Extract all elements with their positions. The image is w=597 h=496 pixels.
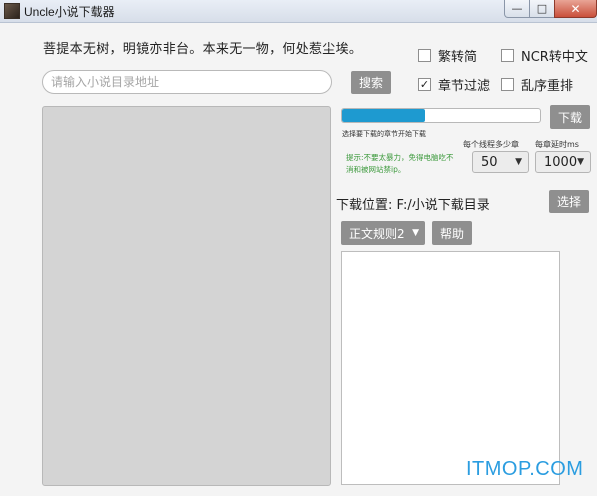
search-input[interactable]	[42, 70, 332, 94]
delay-value: 1000	[544, 154, 578, 170]
help-button[interactable]: 帮助	[432, 221, 472, 245]
minimize-button[interactable]: —	[504, 0, 530, 18]
option-label: NCR转中文	[521, 50, 588, 65]
threads-select[interactable]: 50 ▼	[472, 151, 529, 173]
option-ncr-to-chinese[interactable]: NCR转中文	[501, 46, 588, 65]
header-quote: 菩提本无树，明镜亦非台。本来无一物，何处惹尘埃。	[43, 42, 363, 57]
download-button[interactable]: 下载	[550, 105, 590, 129]
chevron-down-icon: ▼	[515, 157, 522, 167]
maximize-button[interactable]: □	[529, 0, 555, 18]
delay-label: 每章延时ms	[535, 140, 579, 149]
download-progress-bar	[341, 108, 541, 123]
maximize-icon: □	[536, 2, 548, 15]
chapter-content-area[interactable]	[341, 251, 560, 485]
search-button[interactable]: 搜索	[351, 71, 391, 94]
choose-folder-button[interactable]: 选择	[549, 190, 589, 213]
download-status-text: 选择要下载的章节开始下载	[342, 130, 426, 138]
close-button[interactable]: ✕	[554, 0, 597, 18]
threads-value: 50	[481, 154, 498, 170]
app-window: Uncle小说下载器 — □ ✕ 菩提本无树，明镜亦非台。本来无一物，何处惹尘埃…	[0, 0, 597, 496]
delay-select[interactable]: 1000 ▼	[535, 151, 591, 173]
option-label: 章节过滤	[438, 79, 491, 94]
chapter-list-panel[interactable]	[42, 106, 331, 486]
download-location: 下载位置: F:/小说下载目录	[336, 198, 490, 213]
progress-fill	[342, 109, 426, 122]
checkbox[interactable]	[501, 49, 514, 62]
rule-select[interactable]: 正文规则2 ▼	[341, 221, 425, 245]
checkbox[interactable]	[418, 49, 431, 62]
rule-value: 正文规则2	[349, 226, 405, 241]
chevron-down-icon: ▼	[412, 228, 419, 238]
watermark-logo: ITMOP.COM	[466, 458, 584, 480]
checkbox[interactable]	[501, 78, 514, 91]
title-bar[interactable]: Uncle小说下载器 — □ ✕	[0, 0, 597, 23]
chevron-down-icon: ▼	[577, 157, 584, 167]
option-label: 乱序重排	[521, 79, 574, 94]
close-icon: ✕	[570, 1, 581, 16]
minimize-icon: —	[511, 2, 523, 15]
option-shuffle-reorder[interactable]: 乱序重排	[501, 75, 573, 94]
threads-label: 每个线程多少章	[463, 140, 519, 149]
option-label: 繁转简	[438, 50, 478, 65]
checkmark-icon: ✓	[419, 78, 430, 91]
option-chapter-filter[interactable]: ✓ 章节过滤	[418, 75, 490, 94]
app-icon	[4, 3, 20, 19]
window-title: Uncle小说下载器	[24, 5, 115, 19]
tip-text: 提示:不要太暴力，免得电脑吃不消和被网站禁ip。	[346, 153, 454, 174]
option-traditional-to-simplified[interactable]: 繁转简	[418, 46, 477, 65]
checkbox-checked[interactable]: ✓	[418, 78, 431, 91]
